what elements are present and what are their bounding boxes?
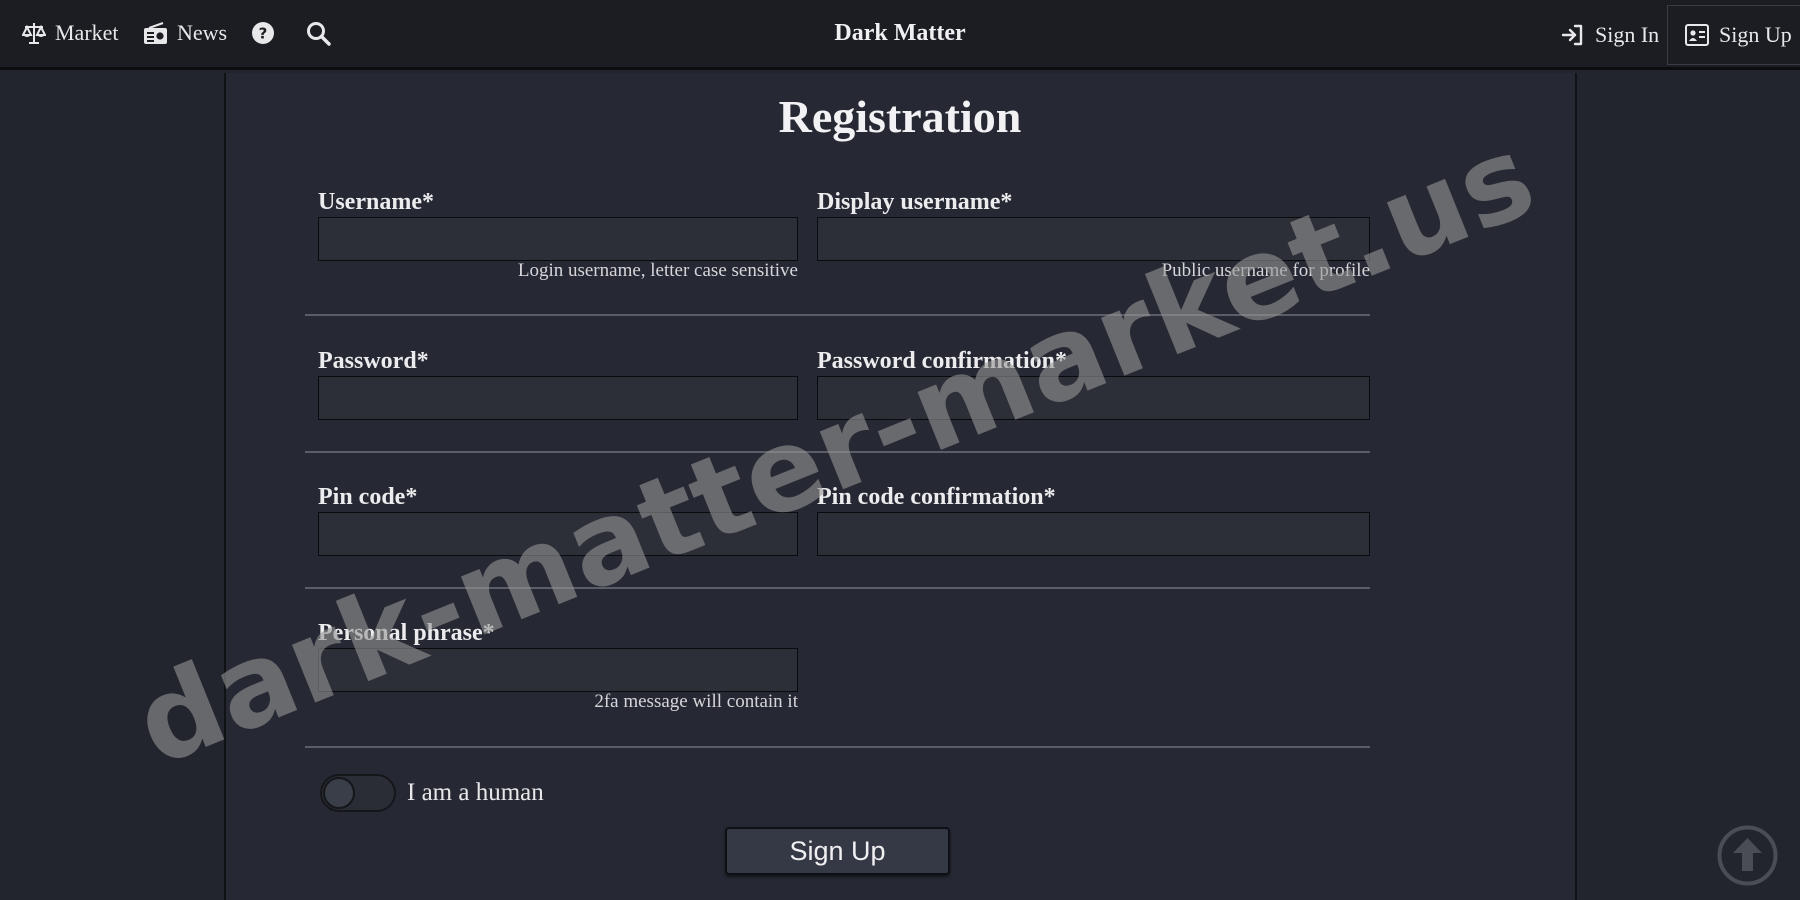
pin-code-input[interactable] bbox=[318, 512, 798, 556]
search-icon bbox=[307, 21, 331, 46]
username-input[interactable] bbox=[318, 217, 798, 261]
nav-news-label: News bbox=[177, 20, 228, 45]
display-username-hint: Public username for profile bbox=[1161, 260, 1370, 281]
sign-in-label: Sign In bbox=[1595, 22, 1660, 47]
divider bbox=[305, 451, 1370, 453]
username-label: Username* bbox=[318, 189, 434, 215]
sign-in-icon bbox=[1561, 24, 1583, 46]
top-navigation-bar: Market News ? Dark Matter Sign In Sign U… bbox=[0, 0, 1800, 70]
brand-title[interactable]: Dark Matter bbox=[834, 20, 965, 46]
nav-market-link[interactable]: Market bbox=[22, 16, 119, 50]
sign-up-submit-button[interactable]: Sign Up bbox=[725, 827, 950, 875]
scale-icon bbox=[22, 23, 46, 44]
sign-up-label: Sign Up bbox=[1719, 22, 1792, 47]
divider bbox=[305, 746, 1370, 748]
nav-market-label: Market bbox=[55, 20, 119, 45]
id-card-icon bbox=[1685, 24, 1709, 46]
username-hint: Login username, letter case sensitive bbox=[517, 260, 798, 281]
arrow-up-circle-icon bbox=[1717, 825, 1778, 886]
display-username-label: Display username* bbox=[817, 189, 1013, 215]
sign-in-link[interactable]: Sign In bbox=[1561, 18, 1659, 52]
scroll-to-top-button[interactable] bbox=[1717, 825, 1778, 886]
personal-phrase-input[interactable] bbox=[318, 648, 798, 692]
help-button[interactable]: ? bbox=[251, 16, 275, 50]
password-input[interactable] bbox=[318, 376, 798, 420]
search-button[interactable] bbox=[306, 16, 331, 50]
password-confirmation-label: Password confirmation* bbox=[817, 348, 1067, 374]
personal-phrase-hint: 2fa message will contain it bbox=[594, 691, 798, 712]
password-label: Password* bbox=[318, 348, 429, 374]
password-confirmation-input[interactable] bbox=[817, 376, 1370, 420]
personal-phrase-label: Personal phrase* bbox=[318, 620, 495, 646]
human-check-label: I am a human bbox=[407, 779, 544, 806]
toggle-knob bbox=[323, 777, 355, 809]
divider bbox=[305, 314, 1370, 316]
pin-code-confirmation-label: Pin code confirmation* bbox=[817, 484, 1056, 510]
radio-icon bbox=[144, 22, 167, 44]
page-title: Registration bbox=[778, 91, 1022, 142]
human-check-toggle[interactable] bbox=[320, 774, 396, 812]
display-username-input[interactable] bbox=[817, 217, 1370, 261]
divider bbox=[305, 587, 1370, 589]
nav-news-link[interactable]: News bbox=[143, 16, 227, 50]
help-icon: ? bbox=[252, 22, 274, 44]
pin-code-label: Pin code* bbox=[318, 484, 418, 510]
svg-text:?: ? bbox=[259, 25, 268, 43]
pin-code-confirmation-input[interactable] bbox=[817, 512, 1370, 556]
sign-up-link[interactable]: Sign Up bbox=[1667, 5, 1800, 65]
